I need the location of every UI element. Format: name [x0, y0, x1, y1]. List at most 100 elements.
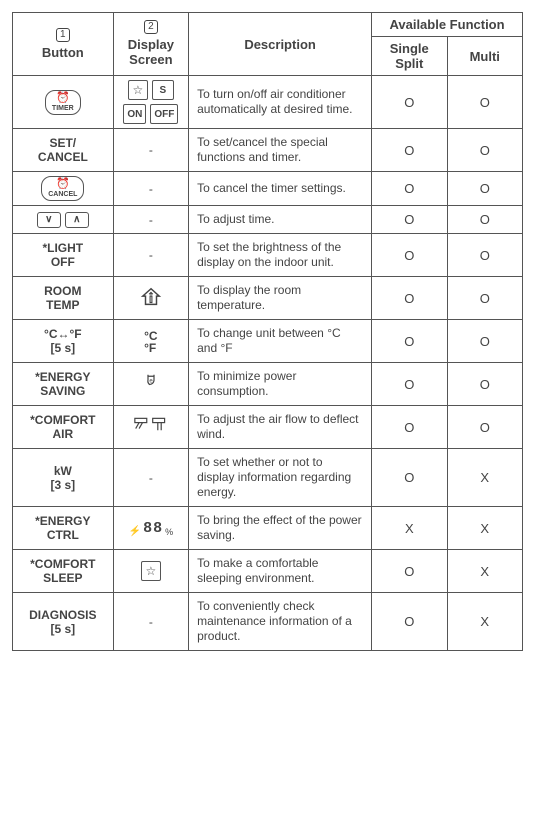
- comfort-air-icon: [134, 425, 168, 439]
- table-row: *ENERGYSAVING e To minimize power consum…: [13, 363, 523, 406]
- button-cell: *COMFORTSLEEP: [13, 550, 114, 593]
- arrow-up-icon: ∧: [65, 212, 89, 228]
- button-cell: ⏰ TIMER: [13, 76, 114, 129]
- display-screen-cell: e: [113, 363, 188, 406]
- single-split-cell: O: [372, 593, 447, 651]
- button-cell: ROOMTEMP: [13, 277, 114, 320]
- arrow-down-icon: ∨: [37, 212, 61, 228]
- button-label: DIAGNOSIS[5 s]: [29, 608, 96, 636]
- button-label: ROOMTEMP: [44, 284, 81, 312]
- button-cell: kW[3 s]: [13, 449, 114, 507]
- energy-ctrl-display-icon: ⚡ 88 %: [129, 520, 173, 537]
- star-icon: ☆: [128, 80, 148, 100]
- button-label: *ENERGYCTRL: [35, 514, 90, 542]
- button-label: *COMFORTAIR: [30, 413, 95, 441]
- display-screen-cell: [113, 406, 188, 449]
- segment-display: 88: [143, 520, 163, 537]
- multi-cell: O: [447, 76, 522, 129]
- no-display-icon: -: [149, 471, 153, 485]
- s-icon: S: [152, 80, 174, 100]
- single-split-cell: O: [372, 76, 447, 129]
- description-cell: To make a comfortable sleeping environme…: [189, 550, 372, 593]
- timer-display-icons: ☆ S ON OFF: [120, 80, 182, 124]
- table-row: kW[3 s] - To set whether or not to displ…: [13, 449, 523, 507]
- button-cell: *ENERGYSAVING: [13, 363, 114, 406]
- button-cell: *LIGHTOFF: [13, 234, 114, 277]
- button-cell: SET/CANCEL: [13, 129, 114, 172]
- display-screen-cell: -: [113, 234, 188, 277]
- single-split-cell: X: [372, 507, 447, 550]
- header-button-label: Button: [42, 46, 84, 61]
- table-row: ROOMTEMP To display the room temperature…: [13, 277, 523, 320]
- single-split-cell: O: [372, 363, 447, 406]
- header-screen-number: 2: [144, 20, 158, 34]
- clock-icon: ⏰: [56, 93, 70, 104]
- description-cell: To bring the effect of the power saving.: [189, 507, 372, 550]
- description-cell: To conveniently check maintenance inform…: [189, 593, 372, 651]
- single-split-cell: O: [372, 277, 447, 320]
- description-cell: To set the brightness of the display on …: [189, 234, 372, 277]
- description-cell: To set whether or not to display informa…: [189, 449, 372, 507]
- multi-cell: O: [447, 172, 522, 206]
- single-split-cell: O: [372, 320, 447, 363]
- display-screen-cell: °C °F: [113, 320, 188, 363]
- button-cell: *COMFORTAIR: [13, 406, 114, 449]
- header-screen-label: Display Screen: [120, 38, 182, 68]
- header-multi: Multi: [447, 37, 522, 76]
- display-screen-cell: -: [113, 172, 188, 206]
- header-display-screen: 2 Display Screen: [113, 13, 188, 76]
- description-cell: To adjust time.: [189, 206, 372, 234]
- table-row: ⏰ TIMER ☆ S ON OFF To turn on/off air co…: [13, 76, 523, 129]
- description-cell: To turn on/off air conditioner automatic…: [189, 76, 372, 129]
- single-split-cell: O: [372, 550, 447, 593]
- multi-cell: X: [447, 449, 522, 507]
- single-split-cell: O: [372, 406, 447, 449]
- multi-cell: O: [447, 277, 522, 320]
- button-label: kW[3 s]: [50, 464, 75, 492]
- table-row: DIAGNOSIS[5 s] - To conveniently check m…: [13, 593, 523, 651]
- description-cell: To minimize power consumption.: [189, 363, 372, 406]
- timer-button-icon: ⏰ TIMER: [45, 90, 81, 115]
- display-screen-cell: [113, 277, 188, 320]
- table-row: *ENERGYCTRL ⚡ 88 % To bring the effect o…: [13, 507, 523, 550]
- header-available-function: Available Function: [372, 13, 523, 37]
- table-row: °C↔°F[5 s] °C °F To change unit between …: [13, 320, 523, 363]
- table-row: ⏰ CANCEL - To cancel the timer settings.…: [13, 172, 523, 206]
- celsius-fahrenheit-icon: °C °F: [144, 330, 157, 354]
- description-cell: To cancel the timer settings.: [189, 172, 372, 206]
- multi-cell: X: [447, 593, 522, 651]
- no-display-icon: -: [149, 248, 153, 262]
- timer-label: TIMER: [52, 105, 74, 112]
- button-label: °C↔°F[5 s]: [44, 327, 82, 355]
- button-label: SET/CANCEL: [38, 136, 88, 164]
- off-icon: OFF: [150, 104, 178, 124]
- single-split-cell: O: [372, 206, 447, 234]
- percent-label: %: [165, 527, 173, 537]
- button-label: *COMFORTSLEEP: [30, 557, 95, 585]
- table-row: SET/CANCEL - To set/cancel the special f…: [13, 129, 523, 172]
- button-cell: ⏰ CANCEL: [13, 172, 114, 206]
- comfort-sleep-icon: ☆: [141, 561, 161, 581]
- arrow-buttons: ∨ ∧: [37, 212, 89, 228]
- header-button-number: 1: [56, 28, 70, 42]
- display-screen-cell: ☆ S ON OFF: [113, 76, 188, 129]
- function-reference-table: 1 Button 2 Display Screen Description Av…: [12, 12, 523, 651]
- button-cell: *ENERGYCTRL: [13, 507, 114, 550]
- fahrenheit-label: °F: [144, 342, 156, 354]
- description-cell: To change unit between °C and °F: [189, 320, 372, 363]
- description-cell: To display the room temperature.: [189, 277, 372, 320]
- no-display-icon: -: [149, 213, 153, 227]
- cancel-label: CANCEL: [48, 191, 77, 198]
- multi-cell: O: [447, 234, 522, 277]
- display-screen-cell: ☆: [113, 550, 188, 593]
- energy-saving-icon: e: [142, 381, 160, 395]
- no-display-icon: -: [149, 615, 153, 629]
- bolt-icon: ⚡: [129, 526, 141, 537]
- table-row: *LIGHTOFF - To set the brightness of the…: [13, 234, 523, 277]
- button-cell: °C↔°F[5 s]: [13, 320, 114, 363]
- multi-cell: O: [447, 406, 522, 449]
- button-label: *ENERGYSAVING: [35, 370, 90, 398]
- table-row: *COMFORTSLEEP ☆ To make a comfortable sl…: [13, 550, 523, 593]
- button-cell: ∨ ∧: [13, 206, 114, 234]
- header-single-split: Single Split: [372, 37, 447, 76]
